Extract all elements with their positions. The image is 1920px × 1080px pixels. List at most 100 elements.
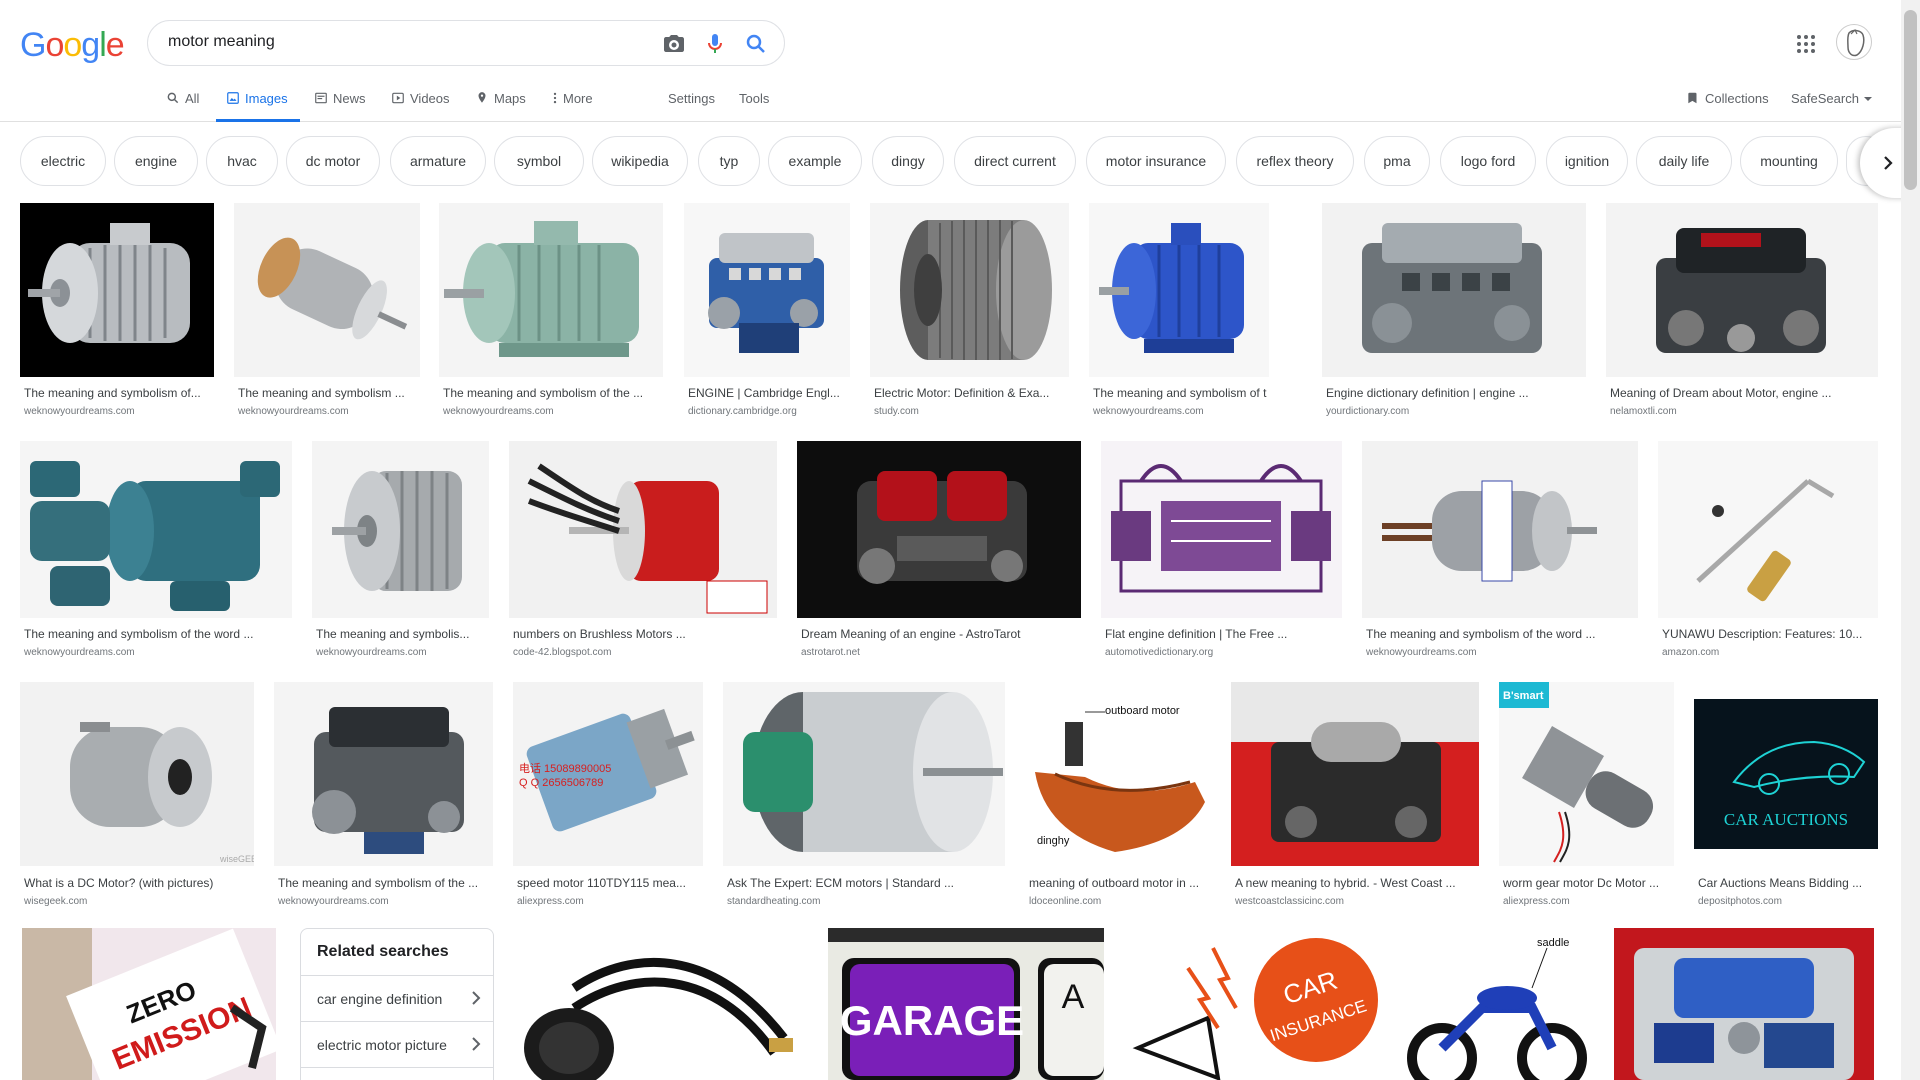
thumbnail[interactable] [514, 928, 808, 1080]
thumbnail[interactable] [20, 441, 292, 618]
image-caption: worm gear motor Dc Motor ... [1503, 876, 1660, 890]
scrollbar-thumb[interactable] [1904, 10, 1917, 190]
tab-more[interactable]: More [552, 88, 593, 122]
chip[interactable]: direct current [954, 136, 1076, 186]
thumbnail[interactable] [1089, 203, 1269, 377]
chip[interactable]: example [768, 136, 862, 186]
image-label: CAR AUCTIONS [1724, 810, 1848, 829]
image-caption: The meaning and symbolism of the word ..… [24, 627, 254, 641]
thumbnail[interactable]: saddle [1402, 928, 1590, 1080]
chip[interactable]: dc motor [286, 136, 380, 186]
image-caption: Electric Motor: Definition & Exa... [874, 386, 1050, 400]
chip[interactable]: electric [20, 136, 106, 186]
chip-label: direct current [974, 153, 1056, 169]
image-caption: The meaning and symbolis... [316, 627, 470, 641]
thumbnail[interactable] [723, 682, 1005, 866]
chip[interactable]: armature [390, 136, 486, 186]
red-engine-image [857, 471, 1027, 584]
chip[interactable]: hvac [206, 136, 278, 186]
thumbnail[interactable]: outboard motor dinghy [1025, 682, 1211, 866]
tab-all[interactable]: All [166, 88, 199, 122]
account-avatar[interactable] [1836, 24, 1872, 60]
chip[interactable]: reflex theory [1236, 136, 1354, 186]
image-label: GARAGE [840, 997, 1024, 1044]
image-source: ldoceonline.com [1029, 896, 1102, 907]
related-search-label: car engine definition [317, 991, 443, 1007]
thumbnail[interactable] [1362, 441, 1638, 618]
thumbnail[interactable]: wiseGEEK [20, 682, 254, 866]
thumbnail[interactable] [870, 203, 1069, 377]
thumbnail[interactable] [1322, 203, 1586, 377]
microphone-icon[interactable] [703, 32, 727, 56]
image-caption: YUNAWU Description: Features: 10... [1662, 627, 1863, 641]
tab-news[interactable]: News [314, 88, 366, 122]
image-icon [227, 92, 239, 104]
image-caption: The meaning and symbolism of... [24, 386, 201, 400]
thumbnail[interactable] [274, 682, 493, 866]
apps-grid-icon[interactable] [1794, 32, 1818, 56]
tab-tools[interactable]: Tools [739, 88, 769, 122]
tab-videos[interactable]: Videos [391, 88, 450, 122]
image-source: weknowyourdreams.com [24, 647, 135, 658]
thumbnail[interactable]: CAR AUCTIONS [1694, 682, 1878, 866]
chip[interactable]: typ [698, 136, 760, 186]
thumbnail[interactable]: 电话 15089890005 Q Q 2656506789 [513, 682, 703, 866]
chip[interactable]: symbol [494, 136, 584, 186]
torque-motor-image: 电话 15089890005 Q Q 2656506789 [519, 708, 695, 832]
chip[interactable]: dingy [872, 136, 944, 186]
tab-label: All [185, 91, 200, 106]
search-box[interactable]: motor meaning [147, 20, 785, 66]
thumbnail[interactable] [1231, 682, 1479, 866]
thumbnail[interactable] [797, 441, 1081, 618]
chip[interactable]: motor insurance [1086, 136, 1226, 186]
chip[interactable]: mounting [1740, 136, 1838, 186]
engine-block-image [1362, 223, 1542, 353]
chip[interactable]: pma [1364, 136, 1430, 186]
chip[interactable]: logo ford [1440, 136, 1536, 186]
image-caption: A new meaning to hybrid. - West Coast ..… [1235, 876, 1456, 890]
related-search-item-partial[interactable] [301, 1067, 493, 1080]
page-scrollbar[interactable] [1901, 0, 1920, 1080]
google-logo[interactable]: Google [20, 26, 125, 65]
search-icon [167, 92, 179, 104]
tab-images[interactable]: Images [216, 88, 300, 122]
thumbnail[interactable] [234, 203, 420, 377]
thumbnail[interactable]: CAR INSURANCE [1128, 928, 1382, 1080]
related-search-item[interactable]: car engine definition [301, 975, 493, 1021]
thumbnail[interactable] [20, 203, 214, 377]
thumbnail[interactable] [684, 203, 850, 377]
safesearch-dropdown[interactable]: SafeSearch [1791, 88, 1872, 122]
thumbnail[interactable]: B'smart [1499, 682, 1674, 866]
chip-label: symbol [516, 153, 562, 169]
image-source: weknowyourdreams.com [443, 406, 554, 417]
chip[interactable]: engine [114, 136, 198, 186]
search-input[interactable]: motor meaning [168, 33, 275, 51]
ecm-motor-image [743, 692, 1003, 852]
related-search-item[interactable]: electric motor picture [301, 1021, 493, 1067]
thumbnail[interactable]: ZERO EMISSION [22, 928, 276, 1080]
thumbnail[interactable] [1606, 203, 1878, 377]
svg-text:电话 15089890005: 电话 15089890005 [519, 762, 611, 775]
chip[interactable]: daily life [1636, 136, 1732, 186]
tab-label: More [563, 91, 593, 106]
search-icon[interactable] [744, 32, 768, 56]
thumbnail[interactable] [312, 441, 489, 618]
thumbnail[interactable] [1658, 441, 1878, 618]
thumbnail[interactable] [509, 441, 777, 618]
thumbnail[interactable] [1101, 441, 1342, 618]
thumbnail[interactable]: GARAGE A [828, 928, 1104, 1080]
tab-maps[interactable]: Maps [475, 88, 526, 122]
thumbnail[interactable] [1614, 928, 1874, 1080]
chip-label: armature [409, 153, 467, 169]
green-motor-image [444, 221, 639, 357]
image-caption: The meaning and symbolism ... [238, 386, 405, 400]
image-label: outboard motor [1105, 705, 1180, 717]
chip[interactable]: ignition [1546, 136, 1628, 186]
image-caption: The meaning and symbolism of th... [1093, 386, 1267, 400]
tab-settings[interactable]: Settings [668, 88, 715, 122]
thumbnail[interactable] [439, 203, 663, 377]
chip[interactable]: wikipedia [592, 136, 688, 186]
image-caption: Meaning of Dream about Motor, engine ... [1610, 386, 1832, 400]
collections-link[interactable]: Collections [1686, 88, 1769, 122]
camera-icon[interactable] [662, 32, 686, 56]
